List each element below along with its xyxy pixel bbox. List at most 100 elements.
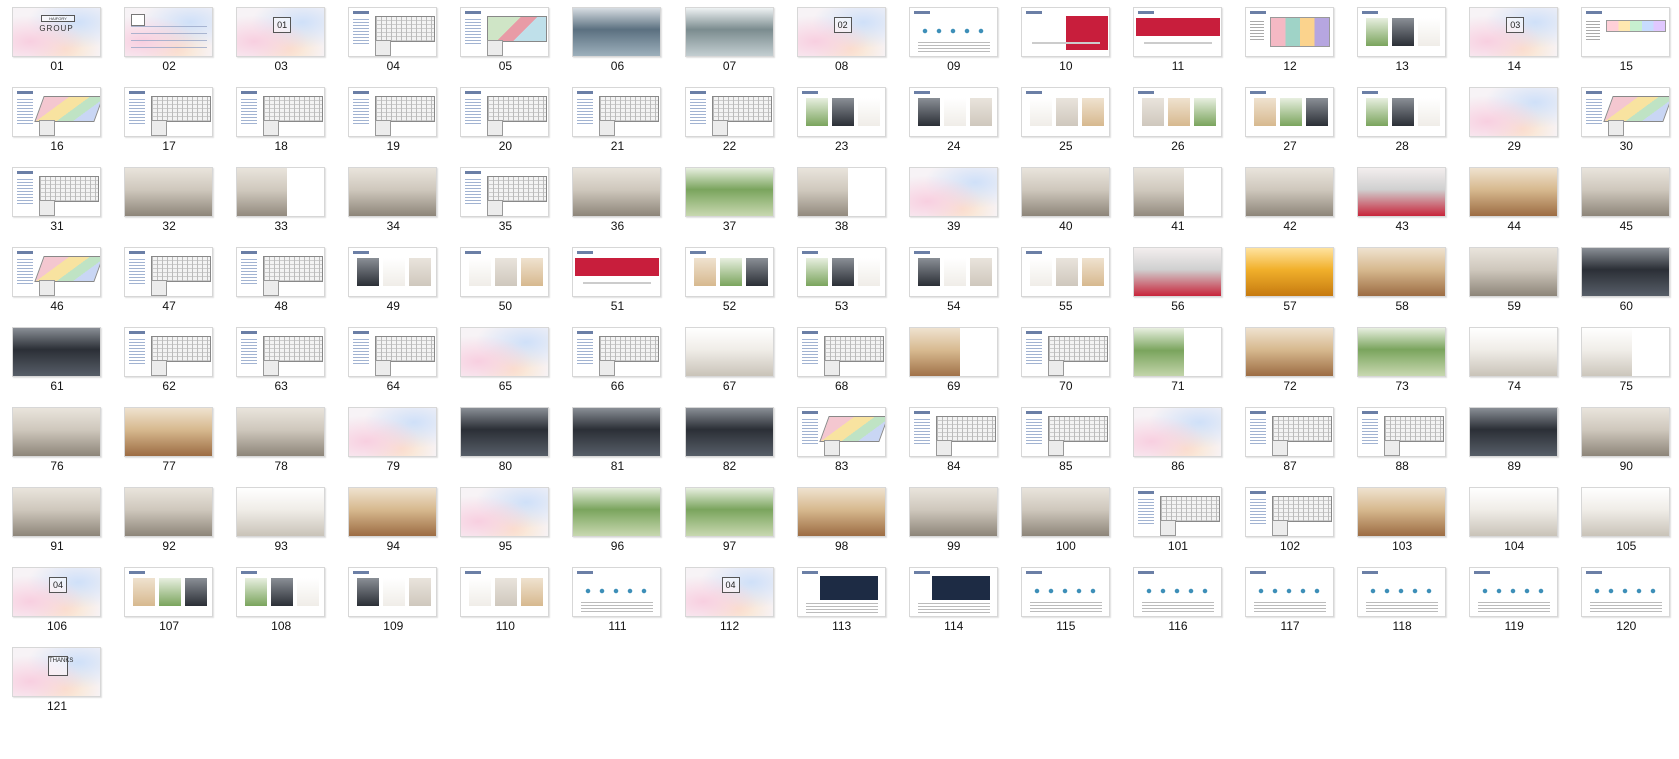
file-item[interactable]: 48 [236,247,326,327]
file-item[interactable]: 13 [1357,7,1447,87]
file-item[interactable]: 54 [908,247,999,327]
slide-thumbnail[interactable] [1469,87,1559,137]
file-name[interactable]: 94 [348,539,438,553]
file-item[interactable]: 23 [796,87,887,167]
file-name[interactable]: 84 [909,459,999,473]
file-name[interactable]: 01 [12,59,102,73]
file-name[interactable]: 115 [1021,619,1111,633]
slide-thumbnail[interactable] [684,87,774,137]
file-name[interactable]: 16 [12,139,102,153]
file-item[interactable]: 64 [348,327,438,407]
slide-thumbnail[interactable] [1020,7,1110,57]
file-name[interactable]: 65 [460,379,550,393]
file-item[interactable]: 99 [908,487,999,567]
slide-thumbnail[interactable] [572,167,662,217]
file-name[interactable]: 31 [12,219,102,233]
slide-thumbnail[interactable] [1020,487,1110,537]
file-item[interactable]: 78 [236,407,326,487]
file-item[interactable]: 43 [1357,167,1447,247]
file-name[interactable]: 60 [1581,299,1671,313]
file-item[interactable]: 72 [1245,327,1335,407]
file-item[interactable]: 04 106 [12,567,102,647]
slide-thumbnail[interactable] [1581,7,1671,57]
file-item[interactable]: 65 [460,327,550,407]
slide-thumbnail[interactable] [1132,7,1222,57]
slide-thumbnail[interactable] [460,487,550,537]
file-name[interactable]: 35 [460,219,550,233]
file-name[interactable]: 49 [348,299,438,313]
file-item[interactable]: 16 [12,87,102,167]
file-name[interactable]: 101 [1133,539,1223,553]
file-item[interactable]: 118 [1357,567,1447,647]
slide-thumbnail[interactable] [124,567,214,617]
file-name[interactable]: 91 [12,539,102,553]
file-item[interactable]: 24 [908,87,999,167]
file-name[interactable]: 97 [685,539,775,553]
slide-thumbnail[interactable] [460,567,550,617]
file-name[interactable]: 66 [572,379,662,393]
file-name[interactable]: 54 [909,299,999,313]
file-name[interactable]: 119 [1469,619,1559,633]
slide-thumbnail[interactable]: 04 [12,567,101,617]
file-name[interactable]: 12 [1245,59,1335,73]
file-item[interactable]: 40 [1020,167,1111,247]
file-item[interactable]: 61 [12,327,102,407]
slide-thumbnail[interactable] [348,167,438,217]
slide-thumbnail[interactable]: 02 [796,7,886,57]
slide-thumbnail[interactable] [684,407,774,457]
file-item[interactable]: 110 [460,567,550,647]
slide-thumbnail[interactable]: HAIFORY GROUP [12,7,101,57]
slide-thumbnail[interactable] [1581,247,1671,297]
slide-thumbnail[interactable] [1020,247,1110,297]
file-item[interactable]: 12 [1245,7,1335,87]
slide-thumbnail[interactable] [460,7,550,57]
slide-thumbnail[interactable] [796,87,886,137]
slide-thumbnail[interactable]: 01 [236,7,326,57]
slide-thumbnail[interactable] [572,87,662,137]
file-name[interactable]: 87 [1245,459,1335,473]
slide-thumbnail[interactable] [908,407,998,457]
slide-thumbnail[interactable] [1245,567,1335,617]
file-item[interactable]: 85 [1020,407,1111,487]
file-item[interactable]: 109 [348,567,438,647]
file-item[interactable]: 115 [1020,567,1111,647]
file-item[interactable]: 94 [348,487,438,567]
slide-thumbnail[interactable] [348,487,438,537]
file-name[interactable]: 118 [1357,619,1447,633]
file-name[interactable]: 103 [1357,539,1447,553]
file-item[interactable]: 89 [1469,407,1559,487]
file-name[interactable]: 15 [1581,59,1671,73]
file-item[interactable]: 59 [1469,247,1559,327]
slide-thumbnail[interactable] [236,407,326,457]
file-name[interactable]: 82 [685,459,775,473]
slide-thumbnail[interactable] [1245,87,1335,137]
file-item[interactable]: 11 [1132,7,1223,87]
file-item[interactable]: 66 [572,327,662,407]
file-item[interactable]: 50 [460,247,550,327]
file-name[interactable]: 29 [1469,139,1559,153]
slide-thumbnail[interactable] [908,487,998,537]
slide-thumbnail[interactable] [460,407,550,457]
file-item[interactable]: 35 [460,167,550,247]
file-item[interactable]: 60 [1581,247,1671,327]
file-name[interactable]: 55 [1021,299,1111,313]
file-item[interactable]: 117 [1245,567,1335,647]
slide-thumbnail[interactable] [348,567,438,617]
file-item[interactable]: 79 [348,407,438,487]
slide-thumbnail[interactable] [796,567,886,617]
file-name[interactable]: 59 [1469,299,1559,313]
slide-thumbnail[interactable] [572,567,662,617]
file-name[interactable]: 32 [124,219,214,233]
file-name[interactable]: 03 [236,59,326,73]
file-name[interactable]: 37 [685,219,775,233]
file-item[interactable]: 86 [1132,407,1223,487]
file-item[interactable]: 75 [1581,327,1671,407]
file-name[interactable]: 26 [1133,139,1223,153]
slide-thumbnail[interactable] [460,327,550,377]
slide-thumbnail[interactable] [236,327,326,377]
slide-thumbnail[interactable] [1132,87,1222,137]
slide-thumbnail[interactable] [124,7,214,57]
file-name[interactable]: 24 [909,139,999,153]
file-name[interactable]: 42 [1245,219,1335,233]
slide-thumbnail[interactable] [572,407,662,457]
